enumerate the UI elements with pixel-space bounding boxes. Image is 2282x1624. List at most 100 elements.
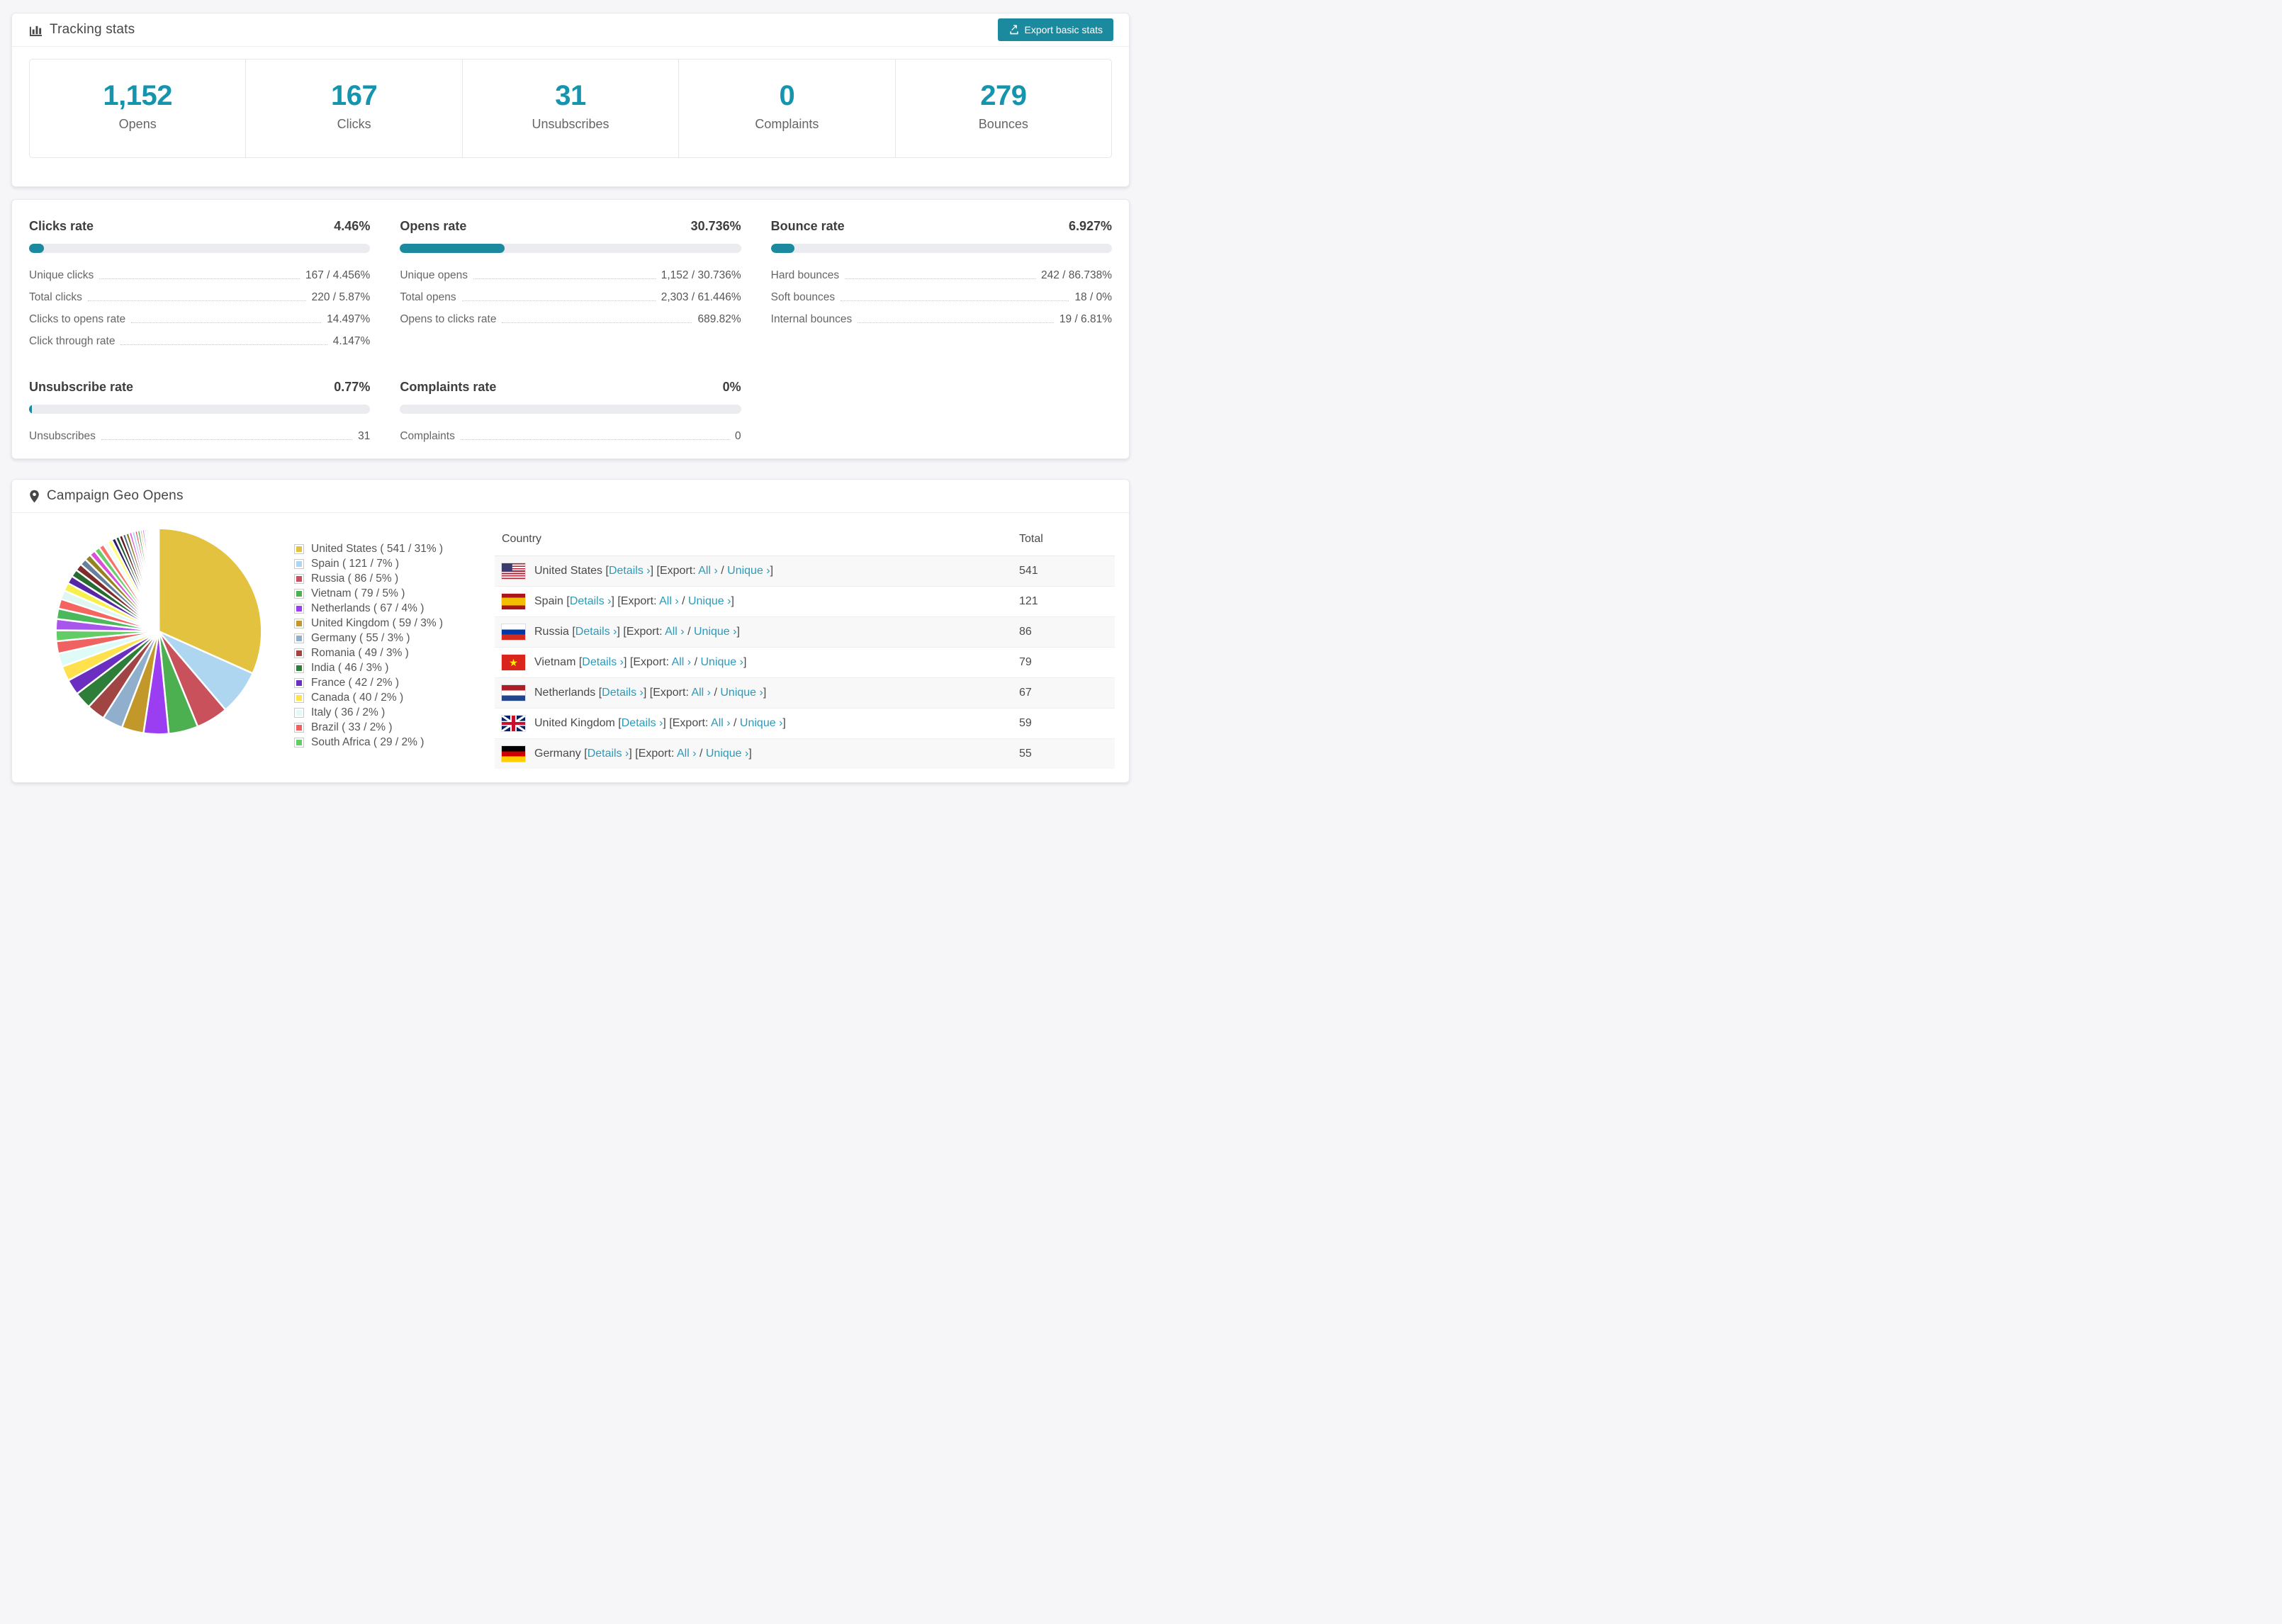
page: Tracking stats Export basic stats 1,152 O… (0, 0, 1141, 812)
export-unique-link[interactable]: Unique › (706, 748, 748, 760)
summary-value: 279 (980, 79, 1027, 111)
flag-gb-icon (502, 716, 525, 731)
flag-de-icon (502, 746, 525, 762)
export-all-link[interactable]: All › (659, 595, 679, 607)
export-unique-link[interactable]: Unique › (694, 626, 736, 638)
geo-card: Campaign Geo Opens United States ( 541 /… (11, 479, 1130, 783)
flag-vn-icon: ★ (502, 655, 525, 670)
rate-stat-row: Opens to clicks rate 689.82% (400, 313, 741, 325)
country-name: United Kingdom (534, 717, 615, 730)
country-name: United States (534, 565, 603, 577)
legend-item: Vietnam ( 79 / 5% ) (294, 586, 475, 601)
legend-item: Italy ( 36 / 2% ) (294, 705, 475, 720)
details-link[interactable]: Details › (582, 656, 624, 668)
export-icon (1008, 24, 1020, 35)
rate-progress-bar (400, 244, 741, 253)
bar-chart-icon (29, 23, 43, 37)
summary-value: 0 (779, 79, 795, 111)
country-name: Spain (534, 595, 563, 608)
legend-swatch (294, 618, 304, 628)
geo-table-row: Germany [Details ›] [Export: All › / Uni… (495, 738, 1115, 769)
country-cell: Spain [Details ›] [Export: All › / Uniqu… (495, 586, 1012, 617)
export-all-link[interactable]: All › (665, 626, 685, 638)
summary-value: 1,152 (103, 79, 172, 111)
rate-progress-bar (400, 405, 741, 414)
export-all-link[interactable]: All › (672, 656, 692, 668)
pie-slice (157, 527, 160, 632)
export-unique-link[interactable]: Unique › (720, 687, 763, 699)
export-all-link[interactable]: All › (677, 748, 697, 760)
column-header-country: Country (495, 523, 1012, 556)
star-icon: ★ (509, 656, 518, 668)
flag-us-icon (502, 563, 525, 579)
rate-block-opens-rate: Opens rate 30.736% Unique opens 1,152 / 30.… (400, 219, 741, 357)
export-unique-link[interactable]: Unique › (727, 565, 770, 577)
card-title-geo: Campaign Geo Opens (47, 488, 184, 503)
export-unique-link[interactable]: Unique › (688, 595, 731, 607)
details-link[interactable]: Details › (602, 687, 643, 699)
legend-swatch (294, 707, 304, 718)
export-all-link[interactable]: All › (711, 717, 731, 729)
export-unique-link[interactable]: Unique › (740, 717, 782, 729)
legend-item: Spain ( 121 / 7% ) (294, 556, 475, 571)
legend-swatch (294, 648, 304, 658)
details-link[interactable]: Details › (575, 626, 617, 638)
geo-table-row: Spain [Details ›] [Export: All › / Uniqu… (495, 586, 1115, 617)
rate-value: 30.736% (690, 219, 741, 233)
tracking-stats-body: 1,152 Opens 167 Clicks 31 Unsubscribes 0 Compla… (12, 47, 1129, 170)
export-basic-stats-button[interactable]: Export basic stats (997, 18, 1113, 41)
rate-progress-bar (29, 244, 371, 253)
total-cell: 79 (1012, 647, 1115, 678)
details-link[interactable]: Details › (588, 748, 629, 760)
card-title-tracking: Tracking stats (50, 22, 135, 37)
rate-stat-row: Unique opens 1,152 / 30.736% (400, 269, 741, 281)
rate-value: 4.46% (334, 219, 371, 233)
geo-table-row: United States [Details ›] [Export: All ›… (495, 556, 1115, 587)
total-cell: 541 (1012, 556, 1115, 587)
summary-label: Opens (118, 116, 157, 131)
country-name: Netherlands (534, 687, 596, 699)
total-cell: 121 (1012, 586, 1115, 617)
map-pin-icon (29, 490, 40, 503)
summary-stat-unsubscribes: 31 Unsubscribes (461, 60, 678, 157)
rate-stat-row: Unique clicks 167 / 4.456% (29, 269, 371, 281)
tracking-stats-header: Tracking stats Export basic stats (12, 13, 1129, 47)
legend-item: Canada ( 40 / 2% ) (294, 690, 475, 705)
rate-block-clicks-rate: Clicks rate 4.46% Unique clicks 167 / 4.456… (29, 219, 371, 357)
export-all-link[interactable]: All › (698, 565, 718, 577)
rate-value: 0.77% (334, 380, 371, 394)
summary-label: Bounces (978, 116, 1028, 131)
export-unique-link[interactable]: Unique › (700, 656, 743, 668)
rates-card: Clicks rate 4.46% Unique clicks 167 / 4.456… (11, 199, 1130, 459)
legend-swatch (294, 603, 304, 614)
geo-body: United States ( 541 / 31% ) Spain ( 121 /… (12, 513, 1129, 769)
rate-name: Unsubscribe rate (29, 380, 134, 394)
legend-swatch (294, 737, 304, 748)
rate-progress-bar (29, 405, 371, 414)
legend-item: India ( 46 / 3% ) (294, 660, 475, 675)
rate-value: 0% (722, 380, 741, 394)
summary-stat-bounces: 279 Bounces (894, 60, 1111, 157)
column-header-total: Total (1012, 523, 1115, 556)
details-link[interactable]: Details › (609, 565, 651, 577)
rate-block-complaints-rate: Complaints rate 0% Complaints 0 (400, 380, 741, 452)
rate-name: Opens rate (400, 219, 467, 233)
geo-header: Campaign Geo Opens (12, 480, 1129, 513)
flag-ru-icon (502, 624, 525, 640)
country-cell: United Kingdom [Details ›] [Export: All … (495, 708, 1012, 739)
details-link[interactable]: Details › (570, 595, 612, 607)
legend-swatch (294, 588, 304, 599)
legend-item: United States ( 541 / 31% ) (294, 541, 475, 556)
geo-pie-chart (55, 527, 263, 735)
summary-stat-clicks: 167 Clicks (245, 60, 461, 157)
geo-table-row: ★ Vietnam [Details ›] [Export: All › / Un… (495, 647, 1115, 678)
export-all-link[interactable]: All › (691, 687, 711, 699)
legend-item: France ( 42 / 2% ) (294, 675, 475, 690)
rate-stat-row: Internal bounces 19 / 6.81% (770, 313, 1112, 325)
geo-table: Country Total United States [Details ›] … (495, 523, 1115, 769)
country-cell: United States [Details ›] [Export: All ›… (495, 556, 1012, 587)
details-link[interactable]: Details › (622, 717, 663, 729)
rate-stat-row: Unsubscribes 31 (29, 430, 371, 442)
summary-row: 1,152 Opens 167 Clicks 31 Unsubscribes 0 Compla… (29, 59, 1112, 158)
rate-stat-row: Click through rate 4.147% (29, 335, 371, 347)
